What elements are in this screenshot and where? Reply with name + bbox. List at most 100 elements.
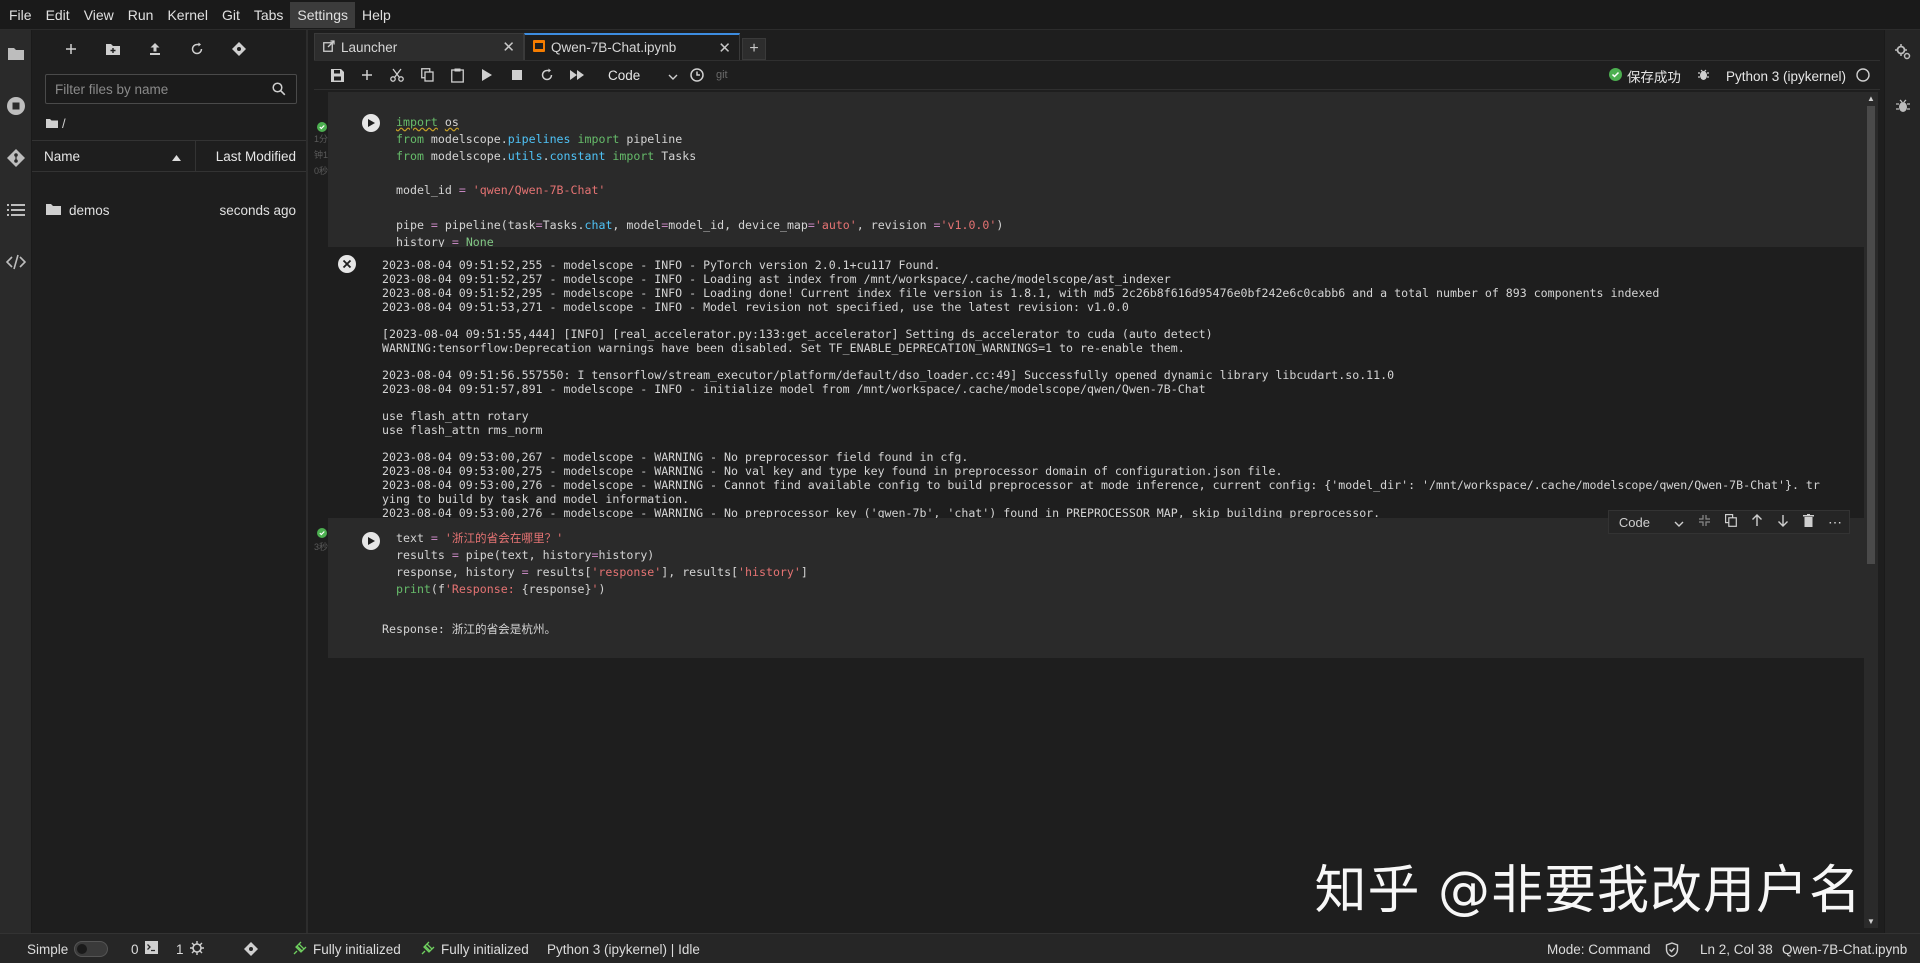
error-close-icon[interactable] — [338, 255, 356, 276]
folder-icon[interactable] — [4, 42, 28, 66]
close-icon[interactable]: ✕ — [718, 39, 731, 57]
git-status-icon[interactable] — [243, 934, 259, 963]
run-cell-icon[interactable] — [362, 114, 380, 132]
output-line: 2023-08-04 09:51:52,295 - modelscope - I… — [382, 286, 1660, 300]
notebook-cells: 1分 钟1 0秒 import os from modelscope.pipel… — [314, 92, 1864, 928]
insert-cell-icon[interactable] — [352, 62, 382, 88]
code-line: results = pipe(text, history=history) — [396, 548, 655, 563]
menu-tabs[interactable]: Tabs — [247, 2, 291, 28]
file-modified: seconds ago — [219, 202, 296, 218]
run-icon[interactable] — [472, 62, 502, 88]
breadcrumb-root[interactable]: / — [62, 116, 66, 131]
notebook-scrollbar[interactable]: ▲ ▼ — [1864, 92, 1878, 928]
menu-settings[interactable]: Settings — [290, 1, 355, 28]
cut-icon[interactable] — [382, 62, 412, 88]
git-diff-button[interactable]: git — [716, 69, 728, 81]
exec-time: 钟1 — [314, 150, 329, 160]
column-header-name[interactable]: Name — [32, 141, 196, 171]
refresh-icon[interactable] — [176, 35, 218, 63]
file-row-demos[interactable]: demos seconds ago — [32, 198, 306, 222]
restart-icon[interactable] — [532, 62, 562, 88]
search-icon — [272, 82, 286, 99]
bug-icon[interactable] — [1697, 68, 1710, 84]
menu-git[interactable]: Git — [215, 2, 247, 28]
run-cell-icon[interactable] — [362, 532, 380, 550]
clock-icon[interactable] — [682, 62, 712, 88]
code-editor[interactable]: import os from modelscope.pipelines impo… — [396, 114, 1003, 251]
git-icon[interactable] — [4, 146, 28, 170]
code-cell-1[interactable]: 1分 钟1 0秒 import os from modelscope.pipel… — [314, 92, 1864, 582]
scrollbar-thumb[interactable] — [1867, 106, 1875, 564]
kernel-status[interactable]: Python 3 (ipykernel) | Idle — [547, 934, 700, 963]
add-tab-button[interactable]: + — [742, 38, 766, 60]
notebook-area: Launcher ✕ Qwen-7B-Chat.ipynb ✕ + Code g… — [310, 30, 1884, 933]
delete-icon[interactable] — [1803, 514, 1814, 530]
upload-icon[interactable] — [134, 35, 176, 63]
duplicate-icon[interactable] — [1725, 514, 1737, 530]
menu-help[interactable]: Help — [355, 2, 398, 28]
menu-bar: File Edit View Run Kernel Git Tabs Setti… — [0, 0, 1920, 30]
lsp-status-text: Fully initialized — [441, 941, 529, 957]
scroll-down-icon[interactable]: ▼ — [1867, 917, 1875, 926]
toggle-switch[interactable] — [74, 941, 109, 957]
property-inspector-icon[interactable] — [1895, 44, 1911, 63]
save-status-text: 保存成功 — [1626, 70, 1681, 85]
save-icon[interactable] — [322, 62, 352, 88]
cell-input-area[interactable]: import os from modelscope.pipelines impo… — [328, 92, 1864, 249]
file-list-header: Name Last Modified — [32, 140, 306, 172]
file-filter-input[interactable] — [46, 81, 256, 97]
copy-icon[interactable] — [412, 62, 442, 88]
code-cell-2[interactable]: 3秒 Code ⋯ text = '浙江的省会在哪里？' results = p… — [314, 510, 1864, 658]
kernel-name[interactable]: Python 3 (ipykernel) — [1726, 69, 1846, 84]
file-name: demos — [69, 202, 110, 218]
more-icon[interactable]: ⋯ — [1828, 514, 1843, 531]
chevron-down-icon — [668, 68, 678, 83]
collapse-icon[interactable] — [1698, 514, 1711, 530]
menu-edit[interactable]: Edit — [39, 2, 77, 28]
left-activity-bar — [0, 30, 32, 933]
column-header-modified[interactable]: Last Modified — [196, 149, 306, 164]
code-line: response, history = results['response'],… — [396, 565, 808, 580]
shield-check-icon[interactable] — [1665, 934, 1679, 963]
code-editor[interactable]: text = '浙江的省会在哪里？' results = pipe(text, … — [396, 530, 808, 598]
menu-kernel[interactable]: Kernel — [160, 2, 214, 28]
git-clone-icon[interactable] — [218, 35, 260, 63]
tab-notebook[interactable]: Qwen-7B-Chat.ipynb ✕ — [524, 33, 740, 60]
simple-mode-toggle[interactable]: Simple — [27, 934, 109, 963]
scroll-up-icon[interactable]: ▲ — [1867, 94, 1875, 103]
table-of-contents-icon[interactable] — [4, 198, 28, 222]
new-folder-button[interactable] — [92, 35, 134, 63]
menu-file[interactable]: File — [2, 2, 39, 28]
file-name-cell: demos — [32, 203, 196, 218]
code-icon[interactable] — [4, 250, 28, 274]
output-line: 2023-08-04 09:51:56.557550: I tensorflow… — [382, 368, 1395, 382]
file-browser: / Name Last Modified demos seconds ago — [32, 30, 308, 933]
lsp-status-2[interactable]: Fully initialized — [421, 934, 529, 963]
move-down-icon[interactable] — [1777, 514, 1789, 530]
paste-icon[interactable] — [442, 62, 472, 88]
new-launcher-button[interactable] — [50, 35, 92, 63]
cell-input-area[interactable]: Code ⋯ text = '浙江的省会在哪里？' results = pipe… — [328, 510, 1864, 610]
stop-icon[interactable] — [502, 62, 532, 88]
terminal-count[interactable]: 0 — [131, 934, 158, 963]
menu-view[interactable]: View — [77, 2, 121, 28]
debugger-icon[interactable] — [1895, 98, 1911, 117]
output-line: 2023-08-04 09:51:53,271 - modelscope - I… — [382, 300, 1129, 314]
close-icon[interactable]: ✕ — [502, 38, 515, 56]
fast-forward-icon[interactable] — [562, 62, 592, 88]
output-line: 2023-08-04 09:53:00,276 - modelscope - W… — [382, 478, 1820, 492]
cell-type-select[interactable]: Code — [598, 68, 682, 83]
lsp-status-1[interactable]: Fully initialized — [293, 934, 401, 963]
code-line: model_id = 'qwen/Qwen-7B-Chat' — [396, 183, 606, 198]
breadcrumb[interactable]: / — [46, 114, 66, 132]
kernel-count[interactable]: 1 — [176, 934, 204, 963]
tab-launcher[interactable]: Launcher ✕ — [314, 33, 524, 60]
right-sidebar — [1884, 30, 1920, 933]
menu-run[interactable]: Run — [121, 2, 161, 28]
cursor-position[interactable]: Ln 2, Col 38 — [1700, 934, 1773, 963]
cell-type-select[interactable]: Code — [1615, 515, 1684, 530]
tab-label: Qwen-7B-Chat.ipynb — [551, 40, 677, 55]
move-up-icon[interactable] — [1751, 514, 1763, 530]
running-stop-icon[interactable] — [4, 94, 28, 118]
